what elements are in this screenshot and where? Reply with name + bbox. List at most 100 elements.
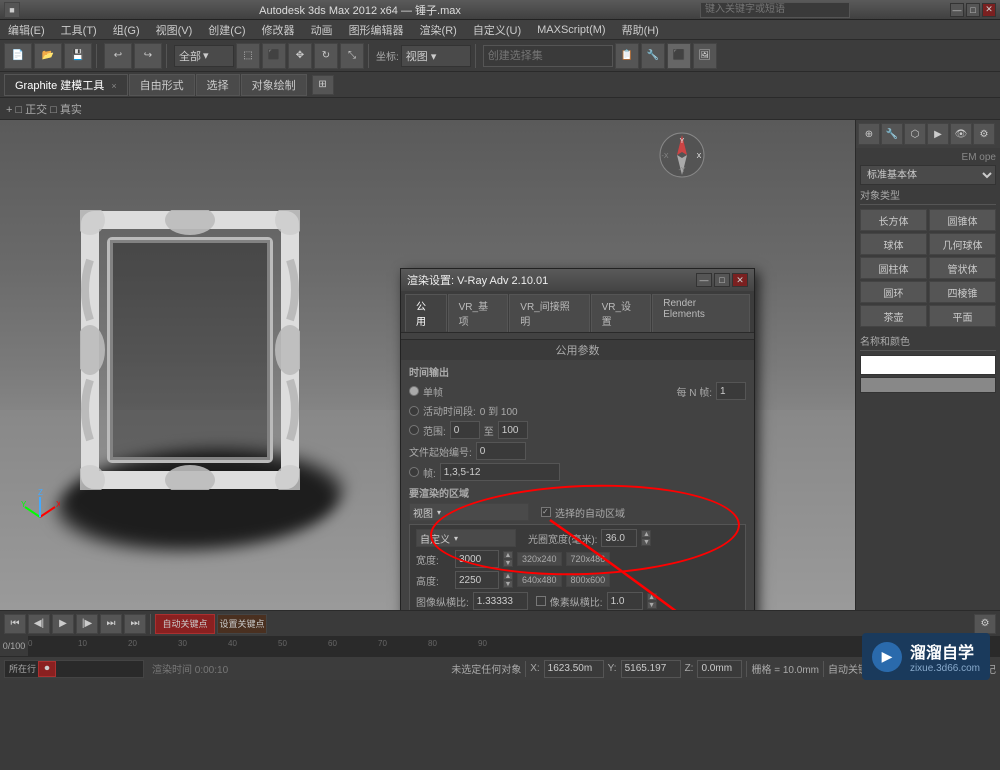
menu-graph-editor[interactable]: 图形编辑器 bbox=[345, 22, 408, 38]
preset-720x486[interactable]: 720x486 bbox=[566, 552, 611, 566]
object-color-box[interactable] bbox=[860, 377, 996, 393]
set-key-btn[interactable]: 设置关键点 bbox=[217, 614, 267, 634]
select-filter-dropdown[interactable]: 全部 ▾ bbox=[174, 45, 234, 67]
aperture-input[interactable] bbox=[601, 529, 637, 547]
obj-tube[interactable]: 管状体 bbox=[929, 257, 996, 279]
output-size-dropdown[interactable]: 自定义 ▾ bbox=[416, 529, 516, 547]
menu-view[interactable]: 视图(V) bbox=[152, 22, 197, 38]
obj-cylinder[interactable]: 圆柱体 bbox=[860, 257, 927, 279]
obj-torus[interactable]: 圆环 bbox=[860, 281, 927, 303]
time-config-btn[interactable]: ⚙ bbox=[974, 614, 996, 634]
obj-box[interactable]: 长方体 bbox=[860, 209, 927, 231]
menu-group[interactable]: 组(G) bbox=[109, 22, 144, 38]
tab-gong-yong[interactable]: 公用 bbox=[405, 294, 447, 332]
range-from-input[interactable] bbox=[450, 421, 480, 439]
width-up[interactable]: ▲ bbox=[503, 551, 513, 559]
object-type-dropdown[interactable]: 标准基本体 bbox=[860, 165, 996, 185]
object-name-input[interactable] bbox=[860, 355, 996, 375]
range-to-input[interactable] bbox=[498, 421, 528, 439]
x-coord[interactable] bbox=[544, 660, 604, 678]
prev-frame-btn[interactable]: ⏮ bbox=[4, 614, 26, 634]
render-btn-tb[interactable]: ⬛ bbox=[667, 43, 691, 69]
maximize-button[interactable]: □ bbox=[966, 3, 980, 17]
redo-button[interactable]: ↪ bbox=[134, 43, 162, 69]
obj-cone[interactable]: 圆锥体 bbox=[929, 209, 996, 231]
select-region-btn[interactable]: ⬛ bbox=[262, 43, 286, 69]
tab-vr-indirect[interactable]: VR_间接照明 bbox=[509, 294, 589, 332]
frames-input[interactable] bbox=[440, 463, 560, 481]
pixel-aspect-input[interactable] bbox=[607, 592, 643, 610]
width-input[interactable] bbox=[455, 550, 499, 568]
height-up[interactable]: ▲ bbox=[503, 572, 513, 580]
graphite-tab-close[interactable]: × bbox=[111, 81, 116, 91]
tab-vr-settings[interactable]: VR_设置 bbox=[591, 294, 652, 332]
undo-button[interactable]: ↩ bbox=[104, 43, 132, 69]
close-button[interactable]: ✕ bbox=[982, 3, 996, 17]
tab-render-elements[interactable]: Render Elements bbox=[652, 294, 750, 332]
menu-customize[interactable]: 自定义(U) bbox=[469, 22, 525, 38]
menu-tools[interactable]: 工具(T) bbox=[57, 22, 101, 38]
graphite-tab-freeform[interactable]: 自由形式 bbox=[129, 74, 195, 96]
rp-utility-icon[interactable]: ⚙ bbox=[973, 123, 995, 145]
radio-active-segment[interactable] bbox=[409, 406, 419, 416]
prev-key-btn[interactable]: ◀| bbox=[28, 614, 50, 634]
dialog-maximize[interactable]: □ bbox=[714, 273, 730, 287]
rotate-btn[interactable]: ↻ bbox=[314, 43, 338, 69]
expand-btn[interactable]: ⊞ bbox=[312, 75, 334, 95]
menu-create[interactable]: 创建(C) bbox=[204, 22, 249, 38]
rp-display-icon[interactable]: 👁 bbox=[950, 123, 972, 145]
record-btn[interactable]: ⏺ bbox=[38, 661, 56, 677]
obj-sphere[interactable]: 球体 bbox=[860, 233, 927, 255]
ref-coord-dropdown[interactable]: 视图 ▾ bbox=[401, 45, 471, 67]
select-object-btn[interactable]: ⬚ bbox=[236, 43, 260, 69]
menu-edit[interactable]: 编辑(E) bbox=[4, 22, 49, 38]
graphite-tab-select[interactable]: 选择 bbox=[196, 74, 240, 96]
menu-modifier[interactable]: 修改器 bbox=[258, 22, 299, 38]
pixel-down[interactable]: ▼ bbox=[647, 601, 657, 609]
z-coord[interactable] bbox=[697, 660, 742, 678]
dialog-titlebar[interactable]: 渲染设置: V-Ray Adv 2.10.01 — □ ✕ bbox=[401, 269, 754, 291]
area-dropdown[interactable]: 视图 ▾ bbox=[409, 503, 529, 521]
obj-plane[interactable]: 平面 bbox=[929, 305, 996, 327]
snap-toggle-btn[interactable]: 🔧 bbox=[641, 43, 665, 69]
named-selection-input[interactable] bbox=[483, 45, 613, 67]
img-aspect-input[interactable] bbox=[473, 592, 528, 610]
obj-teapot[interactable]: 茶壶 bbox=[860, 305, 927, 327]
rp-hierarchy-icon[interactable]: ⬡ bbox=[904, 123, 926, 145]
preset-320x240[interactable]: 320x240 bbox=[517, 552, 562, 566]
graphite-tab-paint[interactable]: 对象绘制 bbox=[241, 74, 307, 96]
scale-btn[interactable]: ⤡ bbox=[340, 43, 364, 69]
preset-640x480[interactable]: 640x480 bbox=[517, 573, 562, 587]
radio-frames[interactable] bbox=[409, 467, 419, 477]
height-input[interactable] bbox=[455, 571, 499, 589]
rp-modify-icon[interactable]: 🔧 bbox=[881, 123, 903, 145]
every-n-input[interactable] bbox=[716, 382, 746, 400]
layer-manager-btn[interactable]: 📋 bbox=[615, 43, 639, 69]
pixel-aspect-lock[interactable] bbox=[536, 596, 546, 606]
auto-area-cb[interactable] bbox=[541, 507, 551, 517]
aperture-up[interactable]: ▲ bbox=[641, 530, 651, 538]
last-frame-btn[interactable]: ⏭ bbox=[124, 614, 146, 634]
aperture-down[interactable]: ▼ bbox=[641, 538, 651, 546]
track-bar[interactable]: 0/100 0 10 20 30 40 50 60 70 80 90 bbox=[0, 636, 1000, 656]
radio-single[interactable] bbox=[409, 386, 419, 396]
menu-maxscript[interactable]: MAXScript(M) bbox=[533, 24, 609, 36]
preset-800x600[interactable]: 800x600 bbox=[566, 573, 611, 587]
obj-geosphere[interactable]: 几何球体 bbox=[929, 233, 996, 255]
rp-motion-icon[interactable]: ▶ bbox=[927, 123, 949, 145]
menu-help[interactable]: 帮助(H) bbox=[618, 22, 663, 38]
dialog-minimize[interactable]: — bbox=[696, 273, 712, 287]
file-num-input[interactable] bbox=[476, 442, 526, 460]
move-btn[interactable]: ✥ bbox=[288, 43, 312, 69]
obj-pyramid[interactable]: 四棱锥 bbox=[929, 281, 996, 303]
menu-animation[interactable]: 动画 bbox=[307, 22, 337, 38]
pixel-up[interactable]: ▲ bbox=[647, 593, 657, 601]
height-down[interactable]: ▼ bbox=[503, 580, 513, 588]
next-frame-btn[interactable]: ⏭ bbox=[100, 614, 122, 634]
dialog-close[interactable]: ✕ bbox=[732, 273, 748, 287]
width-down[interactable]: ▼ bbox=[503, 559, 513, 567]
menu-render[interactable]: 渲染(R) bbox=[416, 22, 461, 38]
radio-range[interactable] bbox=[409, 425, 419, 435]
next-key-btn[interactable]: |▶ bbox=[76, 614, 98, 634]
save-button[interactable]: 💾 bbox=[64, 43, 92, 69]
